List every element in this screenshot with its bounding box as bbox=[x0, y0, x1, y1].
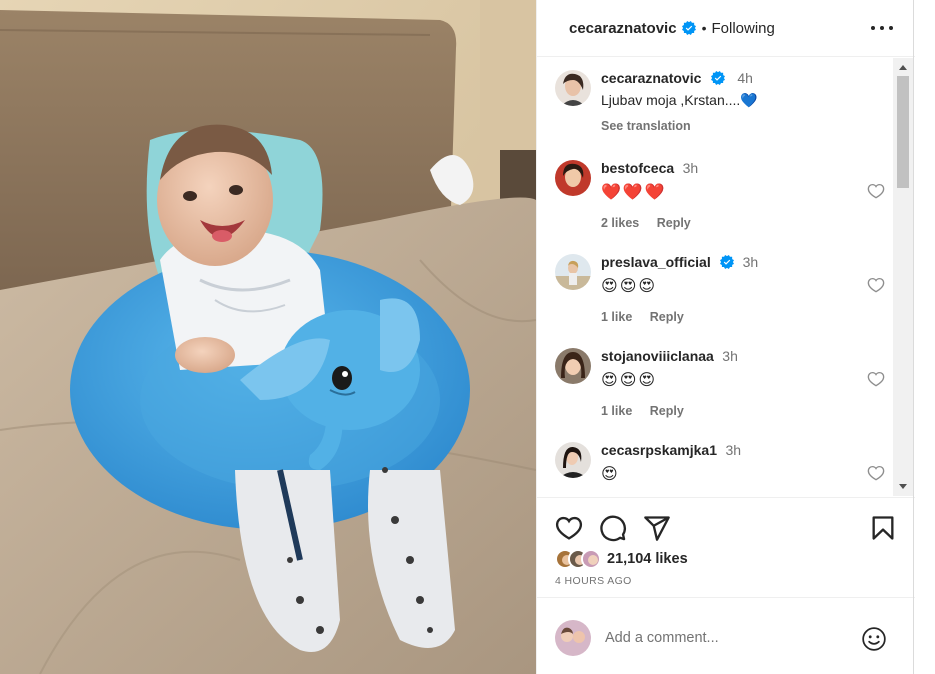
avatar[interactable] bbox=[555, 254, 591, 290]
reply-button[interactable]: Reply bbox=[650, 404, 684, 418]
comment-username[interactable]: preslava_official bbox=[601, 254, 711, 270]
comment-username[interactable]: stojanoviiiclanaa bbox=[601, 348, 714, 364]
comment-text: ❤️ ❤️ ❤️ bbox=[601, 182, 851, 202]
scroll-down-icon[interactable] bbox=[899, 484, 907, 489]
post-actions: 21,104 likes 4 HOURS AGO bbox=[537, 497, 915, 597]
scroll-up-icon[interactable] bbox=[899, 65, 907, 70]
comment-time[interactable]: 3h bbox=[725, 442, 741, 458]
following-button[interactable]: Following bbox=[711, 20, 774, 37]
comment-username[interactable]: bestofceca bbox=[601, 160, 674, 176]
avatar bbox=[555, 620, 591, 656]
emoji: 😍 bbox=[638, 372, 656, 389]
reply-button[interactable]: Reply bbox=[650, 310, 684, 324]
emoji: ❤️ bbox=[622, 184, 643, 201]
reply-button[interactable]: Reply bbox=[657, 216, 691, 230]
comment-likes-count[interactable]: 1 like bbox=[601, 310, 632, 324]
heart-icon[interactable] bbox=[555, 514, 583, 542]
avatar[interactable] bbox=[555, 160, 591, 196]
likes-count[interactable]: 21,104 likes bbox=[607, 551, 688, 567]
add-comment-input[interactable] bbox=[605, 627, 835, 649]
comment-time[interactable]: 3h bbox=[722, 348, 738, 364]
comment-username[interactable]: cecasrpskamjka1 bbox=[601, 442, 717, 458]
comment-icon[interactable] bbox=[599, 514, 627, 542]
avatar bbox=[581, 549, 601, 569]
comment-likes-count[interactable]: 1 like bbox=[601, 404, 632, 418]
comments-list[interactable]: cecaraznatovic 4h Ljubav moja ,Krstan...… bbox=[537, 58, 893, 496]
avatar[interactable] bbox=[555, 348, 591, 384]
heart-icon[interactable] bbox=[867, 464, 885, 482]
emoji: 😍 bbox=[601, 466, 618, 483]
avatar[interactable] bbox=[555, 442, 591, 478]
share-icon[interactable] bbox=[643, 514, 671, 542]
emoji: ❤️ bbox=[601, 184, 621, 201]
verified-badge-icon bbox=[720, 255, 735, 269]
heart-icon[interactable] bbox=[867, 182, 885, 200]
post-timestamp[interactable]: 4 HOURS AGO bbox=[555, 575, 632, 587]
emoji: 😍 bbox=[638, 278, 656, 295]
emoji: ❤️ bbox=[644, 184, 665, 201]
verified-badge-icon bbox=[681, 21, 696, 35]
verified-badge-icon bbox=[710, 71, 725, 85]
heart-icon[interactable] bbox=[867, 370, 885, 388]
scrollbar-thumb[interactable] bbox=[897, 76, 909, 188]
post-image bbox=[0, 0, 536, 674]
more-options-icon[interactable] bbox=[871, 18, 893, 38]
heart-icon[interactable] bbox=[867, 276, 885, 294]
author-username[interactable]: cecaraznatovic bbox=[569, 20, 677, 37]
comment-time[interactable]: 3h bbox=[683, 160, 699, 176]
emoji: 😍 bbox=[619, 372, 637, 389]
emoji-icon[interactable] bbox=[861, 626, 887, 652]
likes-summary[interactable]: 21,104 likes bbox=[555, 548, 688, 570]
emoji: 😍 bbox=[619, 278, 637, 295]
comment-text: 😍 😍 😍 bbox=[601, 370, 851, 390]
see-translation-link[interactable]: See translation bbox=[601, 119, 851, 133]
comment-likes-count[interactable]: 2 likes bbox=[601, 216, 639, 230]
header-separator: • bbox=[701, 20, 707, 36]
comment-text: 😍 bbox=[601, 464, 851, 484]
bookmark-icon[interactable] bbox=[869, 514, 897, 542]
comment-time[interactable]: 3h bbox=[743, 254, 759, 270]
avatar[interactable] bbox=[555, 70, 591, 106]
emoji: 😍 bbox=[601, 278, 618, 295]
comment-text: 😍 😍 😍 bbox=[601, 276, 851, 296]
comments-scrollbar[interactable] bbox=[893, 58, 913, 496]
emoji: 😍 bbox=[601, 372, 618, 389]
caption-time[interactable]: 4h bbox=[737, 70, 753, 86]
window-border bbox=[913, 0, 914, 674]
caption-text: Ljubav moja ,Krstan....💙 bbox=[601, 92, 758, 108]
add-comment-bar bbox=[537, 597, 915, 674]
post-sidebar: cecaraznatovic • Following cecaraznatovi… bbox=[536, 0, 915, 674]
post-header: cecaraznatovic • Following bbox=[537, 0, 915, 57]
post-photo[interactable] bbox=[0, 0, 536, 674]
caption-username[interactable]: cecaraznatovic bbox=[601, 70, 701, 86]
